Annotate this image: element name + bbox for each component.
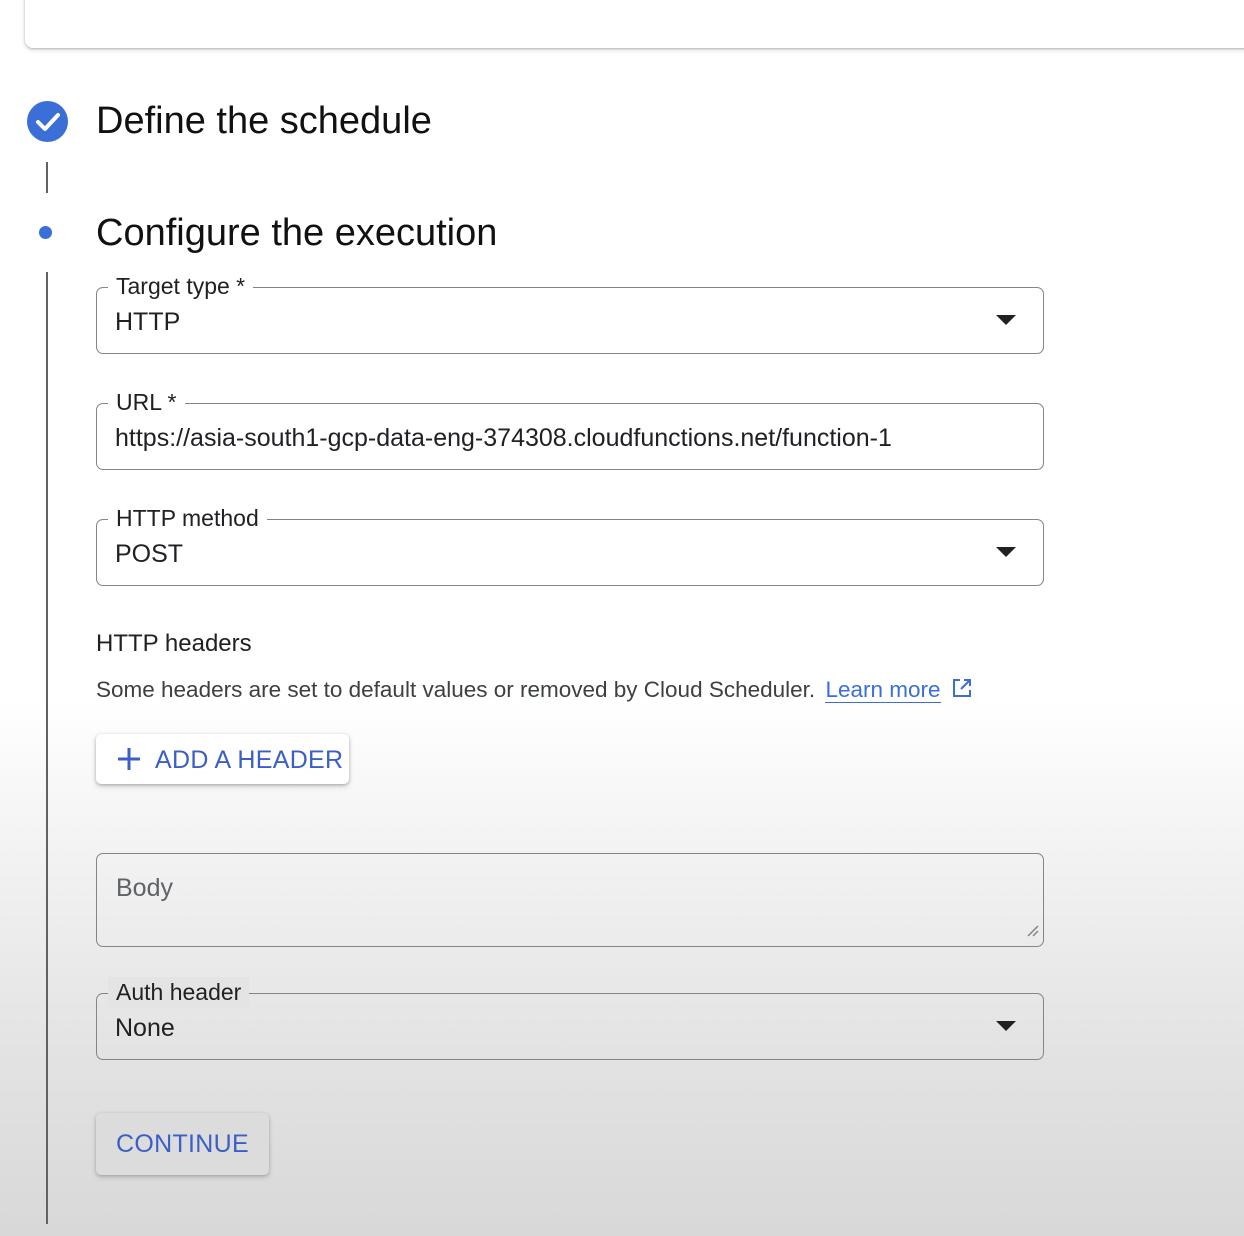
http-method-label: HTTP method: [108, 503, 267, 533]
auth-header-select[interactable]: Auth header None: [96, 977, 1044, 1060]
plus-icon: [116, 746, 142, 777]
url-value: https://asia-south1-gcp-data-eng-374308.…: [115, 424, 892, 452]
url-label: URL *: [108, 387, 185, 417]
dropdown-arrow-icon: [996, 547, 1016, 557]
dropdown-arrow-icon: [996, 315, 1016, 325]
target-type-value: HTTP: [115, 308, 181, 336]
continue-button[interactable]: CONTINUE: [96, 1113, 269, 1175]
step-title-define-schedule[interactable]: Define the schedule: [96, 98, 432, 144]
target-type-select[interactable]: Target type * HTTP: [96, 271, 1044, 354]
body-textarea[interactable]: Body: [96, 853, 1044, 947]
http-headers-description-text: Some headers are set to default values o…: [96, 677, 816, 702]
http-method-value: POST: [115, 540, 184, 568]
step-connector-line: [46, 272, 48, 1224]
body-placeholder: Body: [116, 874, 173, 902]
step-title-configure-execution: Configure the execution: [96, 212, 498, 254]
http-headers-title: HTTP headers: [96, 630, 252, 657]
auth-header-value: None: [115, 1014, 175, 1042]
dropdown-arrow-icon: [996, 1021, 1016, 1031]
http-method-select[interactable]: HTTP method POST: [96, 503, 1044, 586]
step-connector: [46, 162, 48, 193]
add-header-label: ADD A HEADER: [155, 746, 344, 774]
continue-label: CONTINUE: [116, 1130, 249, 1158]
step-completed-check-icon: [27, 101, 68, 142]
auth-header-label: Auth header: [108, 977, 250, 1007]
previous-step-card: [25, 0, 1244, 48]
url-input[interactable]: URL * https://asia-south1-gcp-data-eng-3…: [96, 387, 1044, 470]
add-header-button[interactable]: ADD A HEADER: [96, 734, 349, 784]
http-headers-description: Some headers are set to default values o…: [96, 675, 973, 707]
learn-more-link[interactable]: Learn more: [825, 677, 941, 703]
open-in-new-icon[interactable]: [951, 677, 973, 707]
resize-handle-icon[interactable]: [1024, 922, 1040, 943]
step-active-dot-icon: [39, 226, 52, 239]
target-type-label: Target type *: [108, 271, 254, 301]
